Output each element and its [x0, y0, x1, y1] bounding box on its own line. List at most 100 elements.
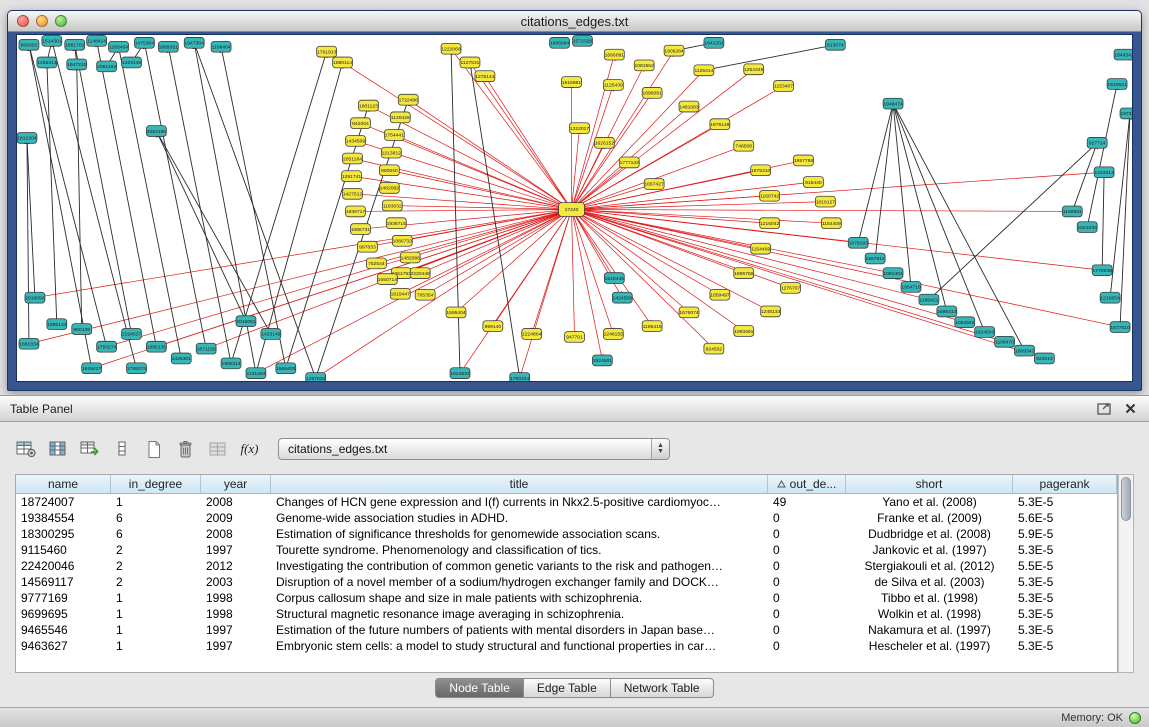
network-node[interactable]: 1510621: [1107, 79, 1127, 90]
network-node[interactable]: 1686091: [604, 49, 624, 60]
scrollbar-thumb[interactable]: [1121, 477, 1131, 521]
import-table-icon[interactable]: [76, 436, 103, 462]
table-row[interactable]: 2242004622012Investigating the contribut…: [16, 558, 1117, 574]
network-node[interactable]: 1965403: [276, 363, 296, 374]
network-node[interactable]: 1880114: [333, 57, 353, 68]
memory-ok-indicator[interactable]: [1129, 712, 1141, 724]
network-node[interactable]: 1210654: [1100, 292, 1120, 303]
network-node[interactable]: 1842202: [704, 37, 724, 48]
network-node[interactable]: 1291741: [342, 171, 362, 182]
network-node[interactable]: 1948474: [883, 98, 903, 109]
network-edge[interactable]: [1102, 172, 1104, 270]
network-node[interactable]: 1427512: [343, 188, 363, 199]
network-edge[interactable]: [156, 131, 246, 321]
network-node[interactable]: 1082552: [955, 317, 975, 328]
network-node[interactable]: 2053190: [146, 126, 166, 137]
network-edge[interactable]: [572, 172, 1105, 209]
network-node[interactable]: 1213812: [381, 147, 401, 158]
network-node[interactable]: 1424509: [612, 292, 632, 303]
network-edge[interactable]: [572, 209, 1073, 211]
network-node[interactable]: 1869342: [1015, 345, 1035, 356]
network-edge[interactable]: [893, 104, 911, 287]
network-node[interactable]: 1875310: [751, 165, 771, 176]
table-row[interactable]: 946554611997Estimation of the future num…: [16, 622, 1117, 638]
network-node[interactable]: 1750344: [510, 373, 530, 381]
network-edge[interactable]: [704, 45, 835, 70]
network-node[interactable]: 1095135: [146, 341, 166, 352]
network-node[interactable]: 1924501: [592, 355, 612, 366]
network-node[interactable]: 2051184: [343, 153, 363, 164]
function-builder-button[interactable]: f(x): [236, 436, 263, 462]
network-node[interactable]: 1777143: [619, 157, 639, 168]
network-node[interactable]: 842004: [351, 118, 371, 129]
network-node[interactable]: 1475304: [134, 37, 154, 48]
table-row[interactable]: 977716911998Corpus callosum shape and si…: [16, 590, 1117, 606]
network-node[interactable]: 752544: [366, 258, 386, 269]
column-header-year[interactable]: year: [201, 475, 271, 493]
column-header-out_degree[interactable]: out_de...: [768, 475, 846, 493]
network-node[interactable]: 1619447: [390, 288, 410, 299]
network-edge[interactable]: [572, 209, 1005, 341]
network-node[interactable]: 997833: [357, 241, 377, 252]
network-edge[interactable]: [858, 104, 893, 243]
network-edge[interactable]: [572, 209, 771, 311]
network-edge[interactable]: [47, 62, 57, 324]
network-node[interactable]: 1761913: [317, 46, 337, 57]
network-node[interactable]: 999140: [483, 321, 503, 332]
network-node[interactable]: 1127531: [460, 57, 480, 68]
network-hub-node[interactable]: 17240: [559, 203, 585, 217]
network-node[interactable]: 1434509: [346, 135, 366, 146]
network-node[interactable]: 1957758: [794, 155, 814, 166]
network-node[interactable]: 1947210: [67, 59, 87, 70]
column-settings-icon[interactable]: [12, 436, 39, 462]
network-node[interactable]: 2194527: [122, 329, 142, 340]
network-node[interactable]: 1924503: [975, 327, 995, 338]
network-node[interactable]: 1793274: [97, 341, 117, 352]
network-node[interactable]: 927714: [1087, 137, 1107, 148]
network-canvas[interactable]: 1724016169811125439169609114810831975149…: [16, 34, 1133, 382]
network-node[interactable]: 1287630: [306, 373, 326, 381]
network-node[interactable]: 1154469: [751, 243, 771, 254]
network-edge[interactable]: [572, 209, 575, 336]
select-stepper-icon[interactable]: ▲▼: [651, 439, 669, 459]
network-node[interactable]: 1618427: [82, 363, 102, 374]
network-edge[interactable]: [144, 43, 206, 349]
close-panel-icon[interactable]: [1121, 401, 1139, 417]
zoom-button[interactable]: [55, 15, 67, 27]
network-node[interactable]: 1947304: [184, 37, 204, 48]
float-panel-icon[interactable]: [1095, 401, 1113, 417]
column-header-name[interactable]: name: [16, 475, 111, 493]
table-row[interactable]: 1872400712008Changes of HCN gene express…: [16, 494, 1117, 510]
network-node[interactable]: 1481083: [679, 101, 699, 112]
network-node[interactable]: 1676074: [679, 307, 699, 318]
network-node[interactable]: 1131404: [246, 368, 266, 379]
network-node[interactable]: 1216042: [760, 218, 780, 229]
table-vertical-scrollbar[interactable]: [1118, 474, 1134, 673]
column-header-title[interactable]: title: [271, 475, 768, 493]
network-node[interactable]: 1954710: [901, 282, 921, 293]
network-node[interactable]: 1679193: [848, 237, 868, 248]
network-node[interactable]: 1148414: [87, 35, 107, 46]
network-node[interactable]: 1265313: [37, 57, 57, 68]
network-node[interactable]: 1686094: [550, 37, 570, 48]
network-node[interactable]: 1186421: [919, 294, 939, 305]
network-node[interactable]: 1120426: [390, 112, 410, 123]
network-node[interactable]: 1423149: [261, 329, 281, 340]
network-node[interactable]: 1248133: [761, 306, 781, 317]
table-row[interactable]: 1830029562008Estimation of significance …: [16, 526, 1117, 542]
column-header-pagerank[interactable]: pagerank: [1013, 475, 1117, 493]
network-edge[interactable]: [1072, 143, 1097, 212]
network-node[interactable]: 1276707: [781, 282, 801, 293]
network-node[interactable]: 1081401: [883, 268, 903, 279]
table-row[interactable]: 969969511998Structural magnetic resonanc…: [16, 606, 1117, 622]
network-node[interactable]: 2016051: [236, 316, 256, 327]
network-node[interactable]: 1095133: [47, 319, 67, 330]
network-edge[interactable]: [572, 70, 704, 209]
network-table-select[interactable]: citations_edges.txt ▲▼: [278, 438, 670, 460]
network-node[interactable]: 1125439: [603, 80, 623, 91]
network-edge[interactable]: [1087, 84, 1117, 227]
network-node[interactable]: 1093491: [734, 326, 754, 337]
network-edge[interactable]: [1120, 113, 1130, 327]
network-edge[interactable]: [256, 209, 572, 373]
network-edge[interactable]: [485, 76, 572, 209]
